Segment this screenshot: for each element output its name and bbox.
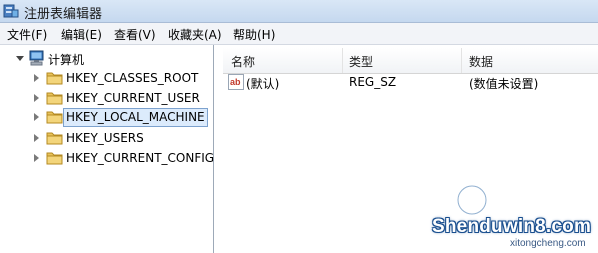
value-type: REG_SZ xyxy=(349,75,397,89)
expand-arrow-icon[interactable] xyxy=(34,94,39,102)
tree-item-label: HKEY_CURRENT_USER xyxy=(66,91,200,105)
value-data: (数值未设置) xyxy=(469,77,539,91)
menu-bar: 文件(F) 编辑(E) 查看(V) 收藏夹(A) 帮助(H) xyxy=(0,23,598,45)
value-row[interactable]: ab (默认) REG_SZ (数值未设置) xyxy=(223,72,598,92)
column-name[interactable]: 名称 xyxy=(231,53,255,70)
title-bar: 注册表编辑器 xyxy=(0,0,598,23)
folder-icon xyxy=(46,111,63,124)
menu-favorites[interactable]: 收藏夹(A) xyxy=(168,26,222,43)
folder-icon xyxy=(46,72,63,85)
expand-arrow-icon[interactable] xyxy=(34,74,39,82)
watermark-logo-icon xyxy=(455,183,578,217)
menu-edit[interactable]: 编辑(E) xyxy=(61,26,102,43)
computer-icon xyxy=(29,50,44,66)
window-title: 注册表编辑器 xyxy=(24,7,103,22)
expand-arrow-icon[interactable] xyxy=(34,154,39,162)
site-watermark: Shenduwin8.com xitongcheng.com xyxy=(410,175,598,253)
value-name: (默认) xyxy=(246,77,280,91)
folder-icon xyxy=(46,92,63,105)
menu-file[interactable]: 文件(F) xyxy=(7,26,47,43)
expand-arrow-icon[interactable] xyxy=(34,134,39,142)
watermark-sub-text: xitongcheng.com xyxy=(510,238,586,249)
column-divider[interactable] xyxy=(461,48,462,73)
column-header: 名称 类型 数据 xyxy=(223,48,598,74)
column-divider[interactable] xyxy=(342,48,343,73)
ab-string-icon: ab xyxy=(228,74,244,90)
menu-view[interactable]: 查看(V) xyxy=(114,26,156,43)
tree-item-label: HKEY_USERS xyxy=(66,131,144,145)
watermark-main-text: Shenduwin8.com xyxy=(432,216,592,237)
registry-tree[interactable]: 计算机 HKEY_CLASSES_ROOT HKEY_CURRENT_USER … xyxy=(0,45,214,253)
expand-arrow-icon[interactable] xyxy=(34,113,39,121)
folder-icon xyxy=(46,132,63,145)
svg-text:ab: ab xyxy=(230,77,241,87)
column-data[interactable]: 数据 xyxy=(469,53,493,70)
tree-item-label: HKEY_CLASSES_ROOT xyxy=(66,71,199,85)
column-type[interactable]: 类型 xyxy=(349,53,373,70)
tree-item-label: HKEY_CURRENT_CONFIG xyxy=(66,151,215,165)
regedit-app-icon xyxy=(3,4,19,18)
menu-help[interactable]: 帮助(H) xyxy=(233,26,275,43)
tree-root-label: 计算机 xyxy=(48,53,85,67)
tree-item-label: HKEY_LOCAL_MACHINE xyxy=(63,108,208,127)
collapse-arrow-icon[interactable] xyxy=(16,56,24,61)
folder-icon xyxy=(46,152,63,165)
